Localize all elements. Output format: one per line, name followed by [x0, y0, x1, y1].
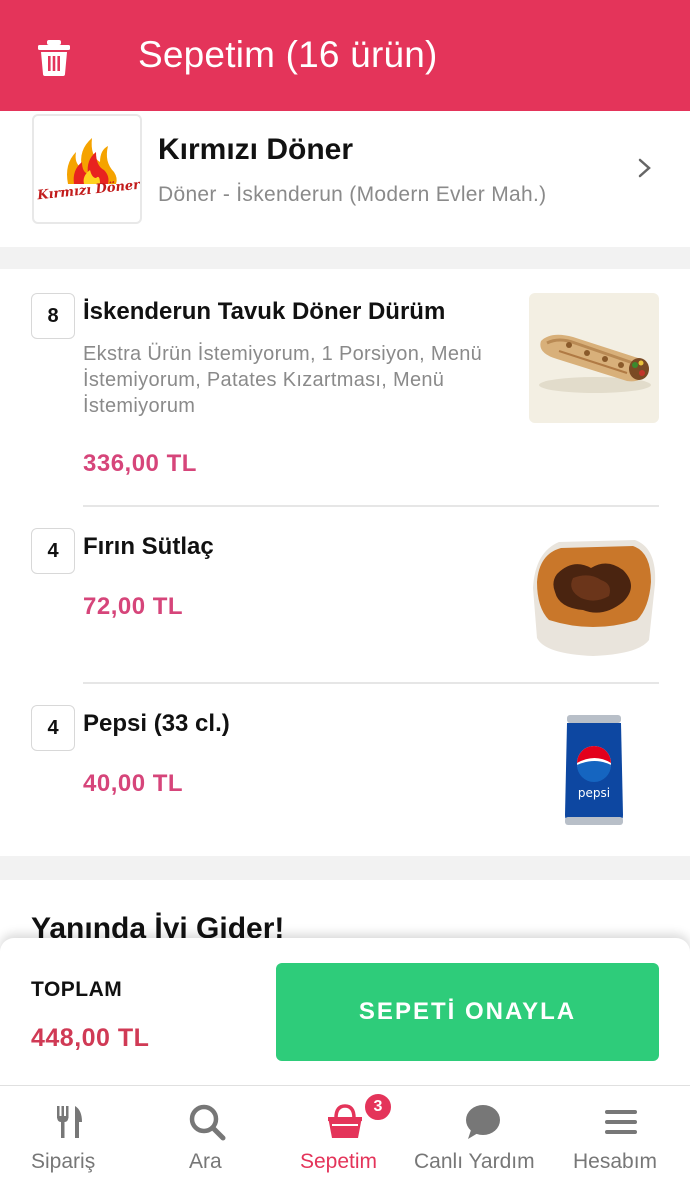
restaurant-logo: Kırmızı Döner — [32, 114, 142, 224]
restaurant-card[interactable]: Kırmızı Döner Kırmızı Döner Döner - İske… — [0, 111, 690, 247]
tab-label: Sepetim — [300, 1150, 378, 1173]
item-name: İskenderun Tavuk Döner Dürüm — [83, 298, 446, 325]
confirm-cart-button[interactable]: SEPETİ ONAYLA — [276, 963, 659, 1061]
sutlac-dessert-image — [529, 528, 659, 658]
total-label: TOPLAM — [31, 978, 123, 1001]
basket-icon — [328, 1104, 362, 1138]
cart-item[interactable]: 4 Pepsi (33 cl.) 40,00 TL pepsi — [0, 684, 690, 856]
restaurant-location: Döner - İskenderun (Modern Evler Mah.) — [158, 183, 547, 206]
flame-logo-icon: Kırmızı Döner — [36, 138, 140, 203]
section-separator — [0, 247, 690, 269]
fork-knife-icon — [57, 1106, 82, 1138]
tab-siparis[interactable]: Sipariş — [0, 1086, 138, 1185]
item-name: Pepsi (33 cl.) — [83, 710, 230, 737]
tab-hesabim[interactable]: Hesabım — [552, 1086, 690, 1185]
total-value: 448,00 TL — [31, 1024, 150, 1052]
tab-label: Sipariş — [31, 1150, 96, 1173]
svg-text:pepsi: pepsi — [578, 786, 610, 800]
chevron-right-icon — [638, 158, 651, 178]
cart-count-badge: 3 — [363, 1092, 393, 1122]
tab-canli-yardim[interactable]: Canlı Yardım — [414, 1086, 552, 1185]
item-price: 40,00 TL — [83, 770, 184, 797]
quantity-box[interactable]: 4 — [31, 528, 75, 574]
item-price: 336,00 TL — [83, 450, 197, 477]
tab-ara[interactable]: Ara — [138, 1086, 276, 1185]
quantity-box[interactable]: 4 — [31, 705, 75, 751]
hamburger-menu-icon — [605, 1110, 637, 1134]
cart-item[interactable]: 8 İskenderun Tavuk Döner Dürüm Ekstra Ür… — [0, 269, 690, 505]
tab-label: Hesabım — [573, 1150, 658, 1173]
item-name: Fırın Sütlaç — [83, 533, 214, 560]
quantity-box[interactable]: 8 — [31, 293, 75, 339]
tab-label: Canlı Yardım — [414, 1150, 535, 1173]
item-price: 72,00 TL — [83, 593, 184, 620]
app-header: Sepetim (16 ürün) — [0, 0, 690, 111]
page-title: Sepetim (16 ürün) — [138, 34, 438, 75]
restaurant-name: Kırmızı Döner — [158, 133, 354, 166]
durum-wrap-image — [529, 293, 659, 423]
cart-item[interactable]: 4 Fırın Sütlaç 72,00 TL — [0, 507, 690, 682]
item-options: Ekstra Ürün İstemiyorum, 1 Porsiyon, Men… — [83, 343, 483, 417]
chat-bubble-icon — [466, 1105, 500, 1139]
tab-sepetim[interactable]: 3 Sepetim — [276, 1086, 414, 1185]
section-separator — [0, 856, 690, 880]
tab-label: Ara — [189, 1150, 222, 1173]
search-icon — [189, 1104, 226, 1141]
trash-icon[interactable] — [38, 40, 70, 76]
pepsi-can-image: pepsi — [529, 705, 659, 835]
checkout-bar: TOPLAM 448,00 TL SEPETİ ONAYLA — [0, 938, 690, 1085]
bottom-tab-bar: Sipariş Ara 3 Sepetim Canlı Yardım Hesab… — [0, 1085, 690, 1185]
